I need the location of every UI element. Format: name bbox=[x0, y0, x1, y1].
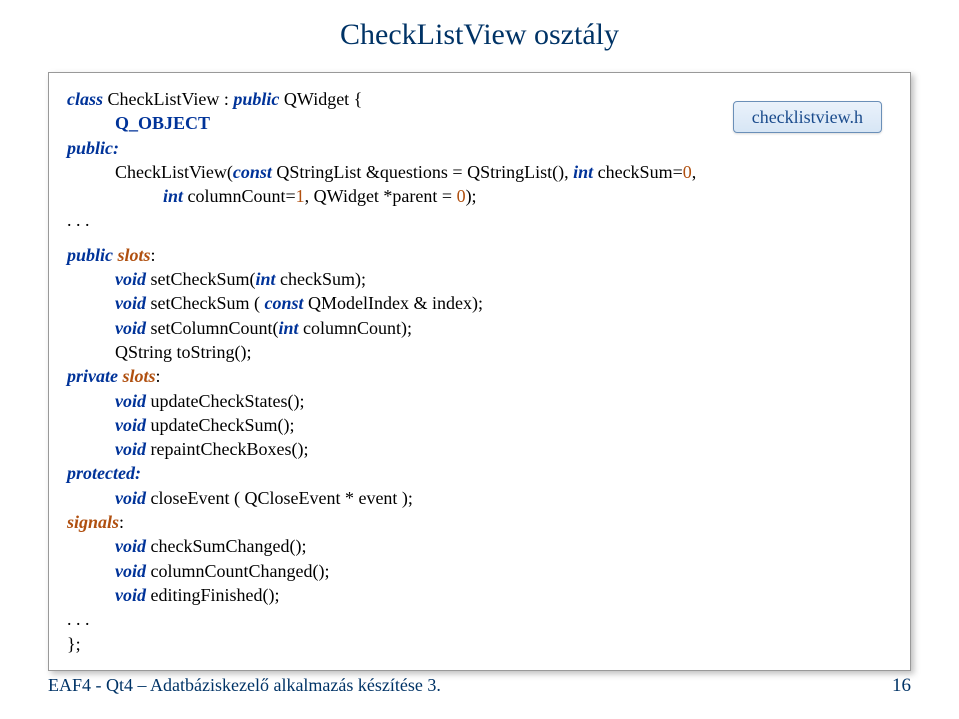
kw-void: void bbox=[115, 585, 151, 605]
kw-class: class bbox=[67, 89, 108, 109]
kw-const: const bbox=[265, 293, 309, 313]
text: CheckListView : bbox=[108, 89, 234, 109]
text: updateCheckStates(); bbox=[151, 391, 305, 411]
kw-void: void bbox=[115, 536, 151, 556]
num: 0 bbox=[683, 162, 692, 182]
text: editingFinished(); bbox=[151, 585, 280, 605]
kw-void: void bbox=[115, 293, 151, 313]
kw-void: void bbox=[115, 415, 151, 435]
code-line: QString toString(); bbox=[67, 340, 892, 364]
code-line: public: bbox=[67, 136, 892, 160]
code-line: void closeEvent ( QCloseEvent * event ); bbox=[67, 486, 892, 510]
kw-int: int bbox=[573, 162, 598, 182]
text: QStringList &questions = QStringList(), bbox=[276, 162, 573, 182]
kw-int: int bbox=[163, 186, 188, 206]
text: : bbox=[151, 245, 156, 265]
code-line: signals: bbox=[67, 510, 892, 534]
kw-slots: slots bbox=[123, 366, 156, 386]
code-line: . . . bbox=[67, 607, 892, 631]
code-line: void updateCheckStates(); bbox=[67, 389, 892, 413]
footer: EAF4 - Qt4 – Adatbáziskezelő alkalmazás … bbox=[48, 675, 911, 697]
code-line: void columnCountChanged(); bbox=[67, 559, 892, 583]
text: , bbox=[692, 162, 697, 182]
code-line: void repaintCheckBoxes(); bbox=[67, 437, 892, 461]
text: setColumnCount( bbox=[151, 318, 279, 338]
code-line: CheckListView(const QStringList &questio… bbox=[67, 160, 892, 184]
text: ); bbox=[466, 186, 477, 206]
text: setCheckSum( bbox=[151, 269, 256, 289]
text: checkSum= bbox=[598, 162, 683, 182]
kw-void: void bbox=[115, 439, 151, 459]
footer-text: EAF4 - Qt4 – Adatbáziskezelő alkalmazás … bbox=[48, 675, 441, 696]
text: repaintCheckBoxes(); bbox=[151, 439, 309, 459]
text: CheckListView( bbox=[115, 162, 233, 182]
text: columnCount= bbox=[188, 186, 296, 206]
code-line: void checkSumChanged(); bbox=[67, 534, 892, 558]
kw-int: int bbox=[279, 318, 304, 338]
code-line: void editingFinished(); bbox=[67, 583, 892, 607]
text: QWidget { bbox=[284, 89, 362, 109]
text: , QWidget *parent = bbox=[305, 186, 457, 206]
filename-badge: checklistview.h bbox=[733, 101, 882, 133]
text: checkSumChanged(); bbox=[151, 536, 307, 556]
slide-title: CheckListView osztály bbox=[48, 18, 911, 52]
kw-signals: signals bbox=[67, 512, 119, 532]
page-number: 16 bbox=[892, 675, 911, 697]
code-line: void setColumnCount(int columnCount); bbox=[67, 316, 892, 340]
text: : bbox=[156, 366, 161, 386]
kw-public: public bbox=[233, 89, 284, 109]
code-line: public slots: bbox=[67, 243, 892, 267]
kw-slots: slots bbox=[118, 245, 151, 265]
code-box: checklistview.h class CheckListView : pu… bbox=[48, 72, 911, 671]
spacer bbox=[67, 233, 892, 243]
num: 0 bbox=[457, 186, 466, 206]
code-line: . . . bbox=[67, 208, 892, 232]
text: closeEvent ( QCloseEvent * event ); bbox=[151, 488, 413, 508]
text: checkSum); bbox=[280, 269, 366, 289]
text: setCheckSum ( bbox=[151, 293, 265, 313]
slide: CheckListView osztály checklistview.h cl… bbox=[0, 0, 959, 719]
code-line: void setCheckSum(int checkSum); bbox=[67, 267, 892, 291]
code-line: protected: bbox=[67, 461, 892, 485]
text: : bbox=[119, 512, 124, 532]
kw-void: void bbox=[115, 561, 151, 581]
code-line: }; bbox=[67, 632, 892, 656]
code-line: void updateCheckSum(); bbox=[67, 413, 892, 437]
kw-void: void bbox=[115, 391, 151, 411]
kw-int: int bbox=[256, 269, 281, 289]
num: 1 bbox=[296, 186, 305, 206]
code-line: void setCheckSum ( const QModelIndex & i… bbox=[67, 291, 892, 315]
kw-void: void bbox=[115, 269, 151, 289]
kw-void: void bbox=[115, 488, 151, 508]
kw-private: private bbox=[67, 366, 123, 386]
text: updateCheckSum(); bbox=[151, 415, 295, 435]
code-line: private slots: bbox=[67, 364, 892, 388]
text: QModelIndex & index); bbox=[308, 293, 483, 313]
kw-public: public bbox=[67, 245, 118, 265]
text: columnCountChanged(); bbox=[151, 561, 330, 581]
text: columnCount); bbox=[303, 318, 412, 338]
kw-void: void bbox=[115, 318, 151, 338]
kw-const: const bbox=[233, 162, 277, 182]
code-line: int columnCount=1, QWidget *parent = 0); bbox=[67, 184, 892, 208]
